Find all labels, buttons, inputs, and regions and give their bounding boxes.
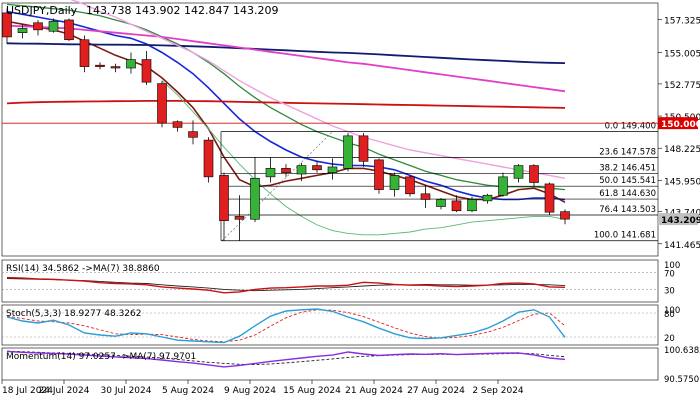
date-axis-label: 9 Aug 2024	[224, 386, 276, 396]
price-axis-label: 157.325	[664, 17, 700, 27]
price-axis-label: 145.950	[664, 177, 700, 187]
rsi-axis-label: 100	[664, 261, 680, 271]
candle-body	[48, 21, 59, 32]
rsi-axis-label: 70	[664, 270, 675, 280]
candle-body	[451, 200, 462, 212]
date-axis-label: 2 Sep 2024	[472, 386, 524, 396]
candle-body	[157, 83, 167, 124]
fibonacci-level-label: 23.6 147.578	[599, 147, 656, 157]
price-box-label: 150.000	[661, 120, 700, 130]
candle-body	[420, 193, 431, 200]
date-axis-label: 24 Jul 2024	[39, 386, 90, 396]
price-chart[interactable]: 157.325155.005152.775150.500148.225145.9…	[0, 0, 700, 400]
momentum-label: Momentum(14) 97.0257 ->MA(7) 97.9701	[6, 352, 196, 362]
candle-body	[219, 175, 229, 221]
momentum-axis-label: 100.6385	[664, 346, 700, 356]
candle-body	[95, 64, 105, 67]
fibonacci-level-label: 61.8 144.630	[599, 189, 656, 199]
candle-body	[389, 175, 400, 190]
price-axis-label: 141.465	[664, 241, 700, 251]
candle-body	[64, 19, 74, 41]
date-axis-label: 30 Jul 2024	[101, 386, 152, 396]
candle-body	[327, 166, 338, 173]
date-axis-label: 15 Aug 2024	[283, 386, 341, 396]
candle-body	[467, 199, 477, 212]
candle-body	[436, 199, 446, 207]
price-axis-label: 152.775	[664, 81, 700, 91]
fibonacci-level-label: 100.0 141.681	[594, 231, 656, 241]
candle-body	[33, 22, 43, 31]
candle[interactable]	[405, 175, 415, 197]
candle[interactable]	[374, 158, 384, 194]
candle-body	[312, 165, 322, 171]
candle[interactable]	[544, 182, 555, 216]
price-box-label: 143.209	[661, 216, 700, 226]
chart-symbol-label: USDJPY,Daily	[6, 4, 78, 17]
candle-body	[405, 176, 415, 195]
rsi-label: RSI(14) 34.5862 ->MA(7) 38.8860	[6, 264, 160, 274]
candle-body	[560, 211, 570, 220]
date-axis-label: 27 Aug 2024	[407, 386, 465, 396]
candle[interactable]	[343, 133, 353, 172]
fibonacci-level-label: 50.0 145.541	[599, 176, 656, 186]
candle-body	[482, 194, 493, 202]
stoch-label: Stoch(5,3,3) 18.9277 48.3262	[6, 309, 141, 319]
candle-body	[265, 168, 276, 178]
date-axis-label: 5 Aug 2024	[162, 386, 214, 396]
candle-body	[281, 168, 291, 173]
candle-body	[343, 135, 353, 169]
candle-body	[172, 121, 183, 128]
candle-body	[188, 131, 198, 138]
chart-ohlc-label: 143.738 143.902 142.847 143.209	[86, 4, 278, 17]
price-axis-label: 155.005	[664, 49, 700, 59]
candle-body	[250, 177, 260, 220]
candle-body	[79, 39, 90, 67]
fibonacci-level-label: 38.2 146.451	[599, 163, 656, 173]
candle-body	[17, 28, 28, 33]
candle[interactable]	[79, 35, 90, 73]
candle[interactable]	[64, 18, 74, 42]
rsi-axis-label: 30	[664, 286, 675, 296]
momentum-axis-label: 90.5750	[664, 375, 699, 385]
candle-body	[374, 159, 384, 190]
stoch-axis-label: 100	[664, 306, 680, 316]
fibonacci-level-label: 76.4 143.503	[599, 205, 656, 215]
candle-body	[296, 165, 307, 175]
candle-body	[110, 66, 121, 69]
candle-body	[126, 59, 136, 69]
price-axis-label: 148.225	[664, 145, 700, 155]
candle-body	[513, 165, 524, 179]
candle-body	[544, 183, 555, 213]
candle-body	[141, 59, 152, 83]
stoch-axis-label: 20	[664, 334, 675, 344]
candle-body	[203, 139, 214, 178]
candle[interactable]	[157, 80, 167, 128]
candle-body	[498, 176, 508, 196]
candle-body	[529, 165, 539, 183]
candle-body	[234, 216, 245, 220]
date-axis-label: 21 Aug 2024	[345, 386, 403, 396]
candle[interactable]	[203, 137, 214, 183]
candle-body	[358, 135, 369, 162]
